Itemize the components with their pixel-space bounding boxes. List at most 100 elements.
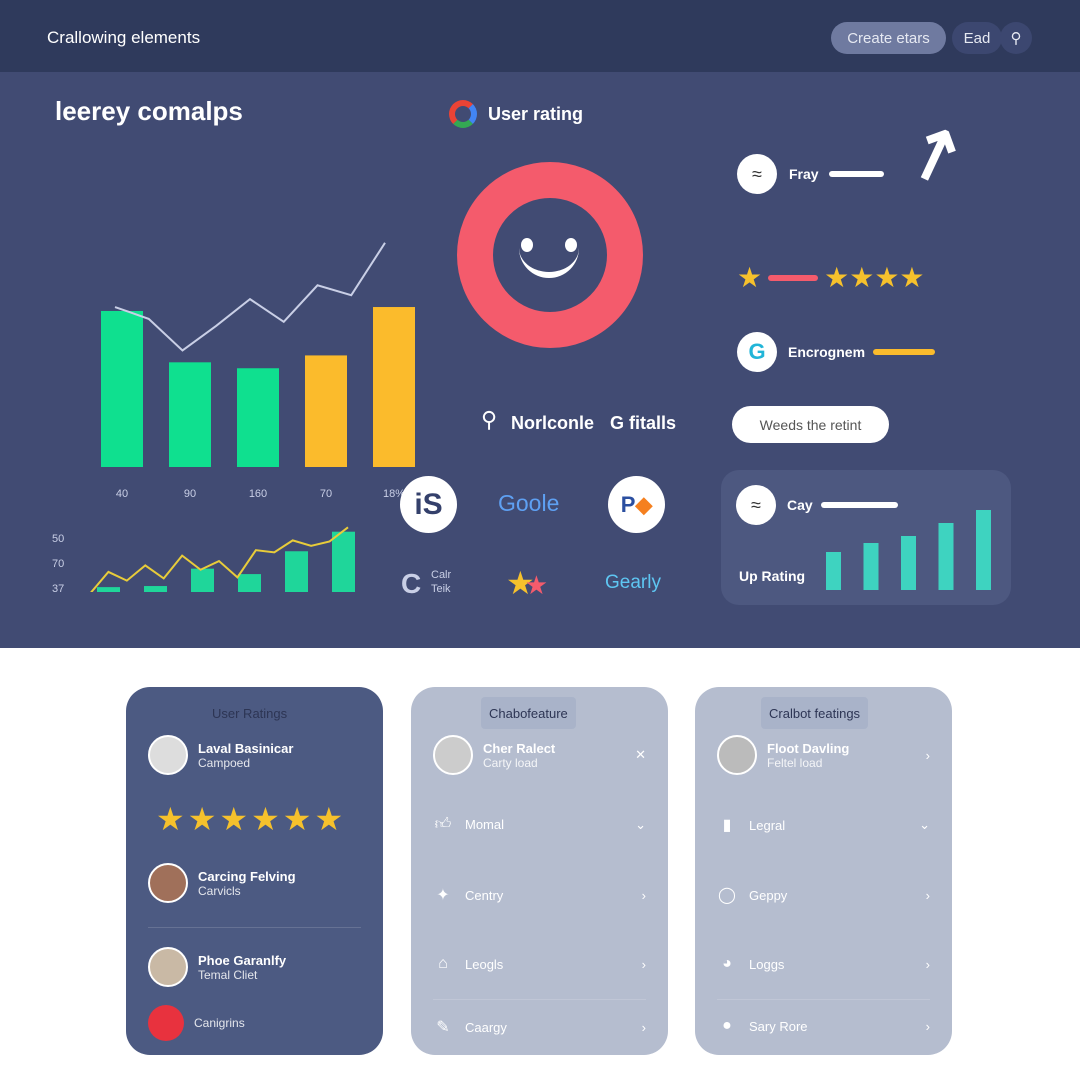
person-name: Floot Davling [767, 740, 850, 756]
stars-icon: ★★ [506, 565, 548, 601]
refresh-icon: G [737, 332, 777, 372]
list-item[interactable]: Floot Davling Feltel load › [717, 735, 930, 775]
card-title: User Ratings [212, 705, 288, 721]
list-item[interactable]: Canigrins [148, 1005, 361, 1041]
globe-icon: ◕ [722, 955, 732, 972]
is-logo-icon: iS [400, 476, 457, 533]
thumbs-up-icon: 👍︎ [434, 816, 452, 833]
chevron-down-icon[interactable]: ⌄ [635, 817, 646, 833]
chevron-right-icon[interactable]: › [926, 888, 930, 903]
chevron-right-icon[interactable]: › [926, 957, 930, 972]
c-logo-icon: C [401, 568, 422, 599]
person-icon: ▮ [722, 817, 732, 834]
rss-icon: ≈ [736, 485, 776, 525]
search-button[interactable]: ⚲ [1000, 22, 1032, 54]
google-icon [449, 100, 477, 128]
rating-label: User rating [488, 104, 584, 124]
close-icon[interactable]: ✕ [635, 747, 646, 763]
item-label: Centry [465, 887, 504, 903]
list-item[interactable]: ▮ Legral ⌄ [717, 815, 930, 835]
card-title: Cralbot featings [761, 697, 869, 729]
item-label: Momal [465, 817, 505, 832]
list-item[interactable]: ⌂ Leogls › [433, 955, 646, 973]
brand-label: Calr Teik [431, 569, 452, 595]
star-rating: ★★★★★★ [156, 801, 347, 837]
chevron-right-icon[interactable]: › [642, 1020, 646, 1035]
item-label: Caargy [465, 1019, 507, 1035]
list-item[interactable]: Carcing Felving Carvicls [148, 863, 361, 903]
list-item[interactable]: 👍︎ Momal ⌄ [433, 815, 646, 834]
chevron-right-icon[interactable]: › [642, 957, 646, 972]
smiley-rating-icon [457, 162, 643, 348]
card-rating-label: Up Rating [739, 568, 806, 584]
search-icon: ⚲ [1010, 30, 1022, 47]
chevron-down-icon[interactable]: ⌄ [919, 817, 930, 833]
y-tick-label: 50 [52, 533, 64, 545]
chevron-right-icon[interactable]: › [926, 748, 930, 763]
list-item[interactable]: ◕ Loggs › [717, 955, 930, 973]
person-name: Cher Ralect [483, 740, 556, 756]
leaf-icon: ◯ [718, 887, 736, 904]
bar [191, 568, 214, 592]
list-item[interactable]: Laval Basinicar Campoed [148, 735, 361, 775]
bar [826, 552, 841, 590]
bar [976, 510, 991, 590]
list-item[interactable]: Cher Ralect Carty load ✕ [433, 735, 646, 775]
chart-card [826, 510, 991, 590]
list-item[interactable]: Phoe Garanlfy Temal Cliet [148, 947, 361, 987]
page-title: leerey comalps [55, 96, 243, 126]
list-item[interactable]: ✎ Caargy › [433, 1017, 646, 1037]
y-tick-label: 70 [52, 558, 64, 570]
bar [863, 543, 879, 590]
person-sub: Temal Cliet [198, 967, 258, 982]
person-name: Carcing Felving [198, 868, 296, 884]
brand-label: G fitalls [610, 413, 677, 433]
chart-secondary: 40207020951105070374500 [52, 526, 355, 592]
rating-card: ≈ Cay Up Rating [721, 470, 1011, 605]
avatar [433, 735, 473, 775]
card-label: Cay [787, 497, 813, 513]
trend-line [114, 242, 386, 352]
brand-label: Gearly [605, 572, 661, 593]
weeds-button[interactable]: Weeds the retint [732, 406, 889, 443]
item-label: Fray [789, 166, 819, 182]
card-user-ratings: User Ratings Laval Basinicar Campoed ★★★★… [126, 687, 383, 1055]
avatar [148, 863, 188, 903]
person-name: Canigrins [194, 1016, 245, 1030]
edit-button[interactable]: Ead [952, 22, 1002, 54]
avatar [148, 1005, 184, 1041]
chevron-right-icon[interactable]: › [926, 1019, 930, 1034]
progress-bar [829, 171, 884, 177]
toggle-icon: ● [722, 1017, 732, 1034]
bar [144, 586, 167, 592]
item-label: Geppy [749, 887, 788, 903]
list-item[interactable]: ✦ Centry › [433, 885, 646, 905]
divider [433, 999, 646, 1000]
list-item[interactable]: ● Sary Rore › [717, 1017, 930, 1035]
card-chatbot-featings: Cralbot featings Floot Davling Feltel loa… [695, 687, 952, 1055]
bar [373, 307, 415, 467]
pen-icon: ✎ [436, 1019, 450, 1036]
home-icon: ⌂ [438, 955, 448, 972]
divider [148, 927, 361, 928]
bar [938, 523, 954, 590]
bar [332, 531, 355, 592]
rss-icon: ≈ [737, 154, 777, 194]
person-sub: Feltel load [767, 755, 823, 770]
bar [285, 551, 308, 592]
person-sub: Campoed [198, 755, 251, 770]
chevron-right-icon[interactable]: › [642, 888, 646, 903]
item-label: Encrognem [788, 344, 866, 360]
p-logo-icon: P ◆ [608, 476, 665, 533]
create-button[interactable]: Create etars [831, 22, 946, 54]
item-label: Sary Rore [749, 1018, 808, 1034]
item-label: Loggs [749, 956, 785, 972]
bird-icon: ✦ [436, 887, 450, 904]
item-label: Legral [749, 817, 786, 833]
location-pin-icon: ⚲ [481, 407, 498, 432]
brand-label: Goole [498, 490, 560, 516]
list-item[interactable]: ◯ Geppy › [717, 885, 930, 905]
trend-line [90, 526, 349, 592]
y-tick-label: 37 [52, 583, 64, 592]
person-sub: Carvicls [198, 883, 241, 898]
